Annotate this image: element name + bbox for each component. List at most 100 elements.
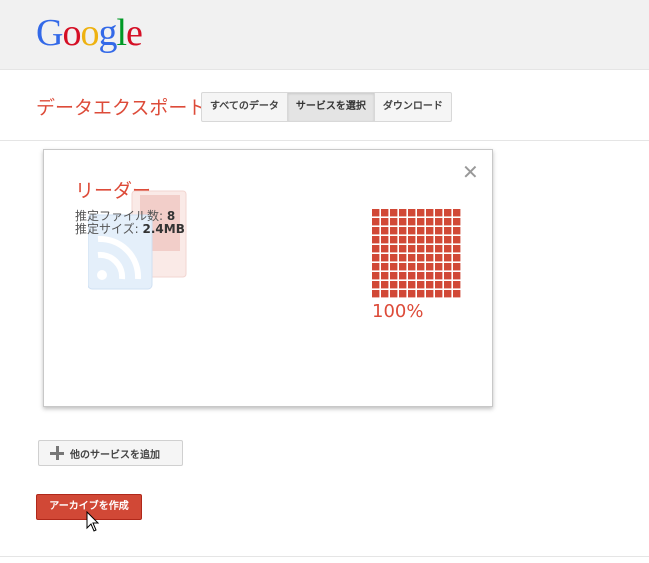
progress-cell [390, 227, 398, 235]
export-tabs: すべてのデータ サービスを選択 ダウンロード [201, 92, 452, 122]
tab-all-data[interactable]: すべてのデータ [202, 93, 288, 121]
tab-download[interactable]: ダウンロード [375, 93, 451, 121]
progress-cell [417, 290, 425, 298]
progress-cell [408, 236, 416, 244]
progress-cell [426, 263, 434, 271]
progress-cell [417, 227, 425, 235]
progress-cell [444, 254, 452, 262]
progress-cell [372, 272, 380, 280]
progress-cell [399, 263, 407, 271]
progress-cell [390, 254, 398, 262]
progress-cell [453, 245, 461, 253]
progress-cell [372, 254, 380, 262]
progress-cell [372, 209, 380, 217]
progress-cell [435, 218, 443, 226]
progress-grid [372, 209, 461, 298]
progress-cell [390, 209, 398, 217]
progress-cell [444, 218, 452, 226]
progress-cell [444, 245, 452, 253]
progress-cell [399, 245, 407, 253]
progress-cell [390, 281, 398, 289]
tab-select-services[interactable]: サービスを選択 [287, 93, 375, 121]
progress-cell [408, 245, 416, 253]
progress-cell [372, 290, 380, 298]
service-card: リーダー 推定ファイル数: 8 推定サイズ: 2.4MB ✕ 100% [43, 149, 493, 407]
logo-letter: e [126, 12, 143, 54]
page-header: データエクスポート すべてのデータ サービスを選択 ダウンロード [0, 70, 649, 141]
progress-cell [390, 290, 398, 298]
progress-cell [426, 209, 434, 217]
add-services-button[interactable]: 他のサービスを追加 [38, 440, 183, 466]
progress-cell [399, 218, 407, 226]
progress-cell [417, 245, 425, 253]
progress-cell [453, 254, 461, 262]
progress-cell [435, 290, 443, 298]
progress-cell [435, 254, 443, 262]
progress-cell [426, 272, 434, 280]
service-estimates: 推定ファイル数: 8 推定サイズ: 2.4MB [75, 210, 185, 236]
logo-letter: G [36, 12, 63, 54]
reader-icon [88, 190, 187, 290]
progress-cell [444, 272, 452, 280]
size-row: 推定サイズ: 2.4MB [75, 223, 185, 236]
progress-cell [453, 227, 461, 235]
progress-cell [417, 218, 425, 226]
progress-cell [408, 263, 416, 271]
progress-cell [399, 209, 407, 217]
progress-cell [399, 272, 407, 280]
progress-cell [399, 290, 407, 298]
top-bar: Google [0, 0, 649, 70]
progress-cell [435, 209, 443, 217]
progress-cell [381, 272, 389, 280]
progress-cell [408, 281, 416, 289]
progress-cell [372, 218, 380, 226]
progress-cell [453, 290, 461, 298]
progress-cell [453, 263, 461, 271]
progress-cell [381, 281, 389, 289]
progress-cell [453, 272, 461, 280]
size-label: 推定サイズ: [75, 222, 139, 236]
progress-cell [408, 254, 416, 262]
progress-cell [408, 218, 416, 226]
progress-cell [381, 227, 389, 235]
progress-cell [435, 263, 443, 271]
progress-cell [417, 209, 425, 217]
progress-cell [435, 272, 443, 280]
progress-cell [381, 236, 389, 244]
progress-cell [453, 236, 461, 244]
progress-cell [426, 254, 434, 262]
progress-cell [390, 218, 398, 226]
progress-cell [444, 263, 452, 271]
progress-cell [417, 263, 425, 271]
progress-cell [426, 227, 434, 235]
progress-cell [381, 218, 389, 226]
progress-cell [399, 227, 407, 235]
progress-cell [417, 236, 425, 244]
logo-letter: o [80, 12, 99, 54]
progress-cell [417, 254, 425, 262]
close-icon[interactable]: ✕ [462, 160, 479, 184]
progress-cell [372, 263, 380, 271]
progress-cell [372, 236, 380, 244]
progress-cell [435, 227, 443, 235]
progress-cell [381, 245, 389, 253]
progress-cell [444, 209, 452, 217]
logo-letter: g [98, 12, 117, 54]
progress-cell [408, 209, 416, 217]
progress-cell [399, 254, 407, 262]
progress-cell [399, 281, 407, 289]
progress-cell [444, 290, 452, 298]
progress-cell [453, 218, 461, 226]
progress-cell [426, 281, 434, 289]
progress-percent: 100% [372, 301, 424, 322]
size-value: 2.4MB [142, 222, 185, 236]
progress-cell [426, 245, 434, 253]
progress-cell [408, 272, 416, 280]
progress-cell [435, 245, 443, 253]
file-count-value: 8 [166, 209, 176, 223]
progress-cell [390, 245, 398, 253]
footer-divider [0, 556, 649, 557]
progress-cell [417, 281, 425, 289]
mouse-cursor-icon [86, 511, 100, 532]
google-logo[interactable]: Google [36, 11, 143, 55]
